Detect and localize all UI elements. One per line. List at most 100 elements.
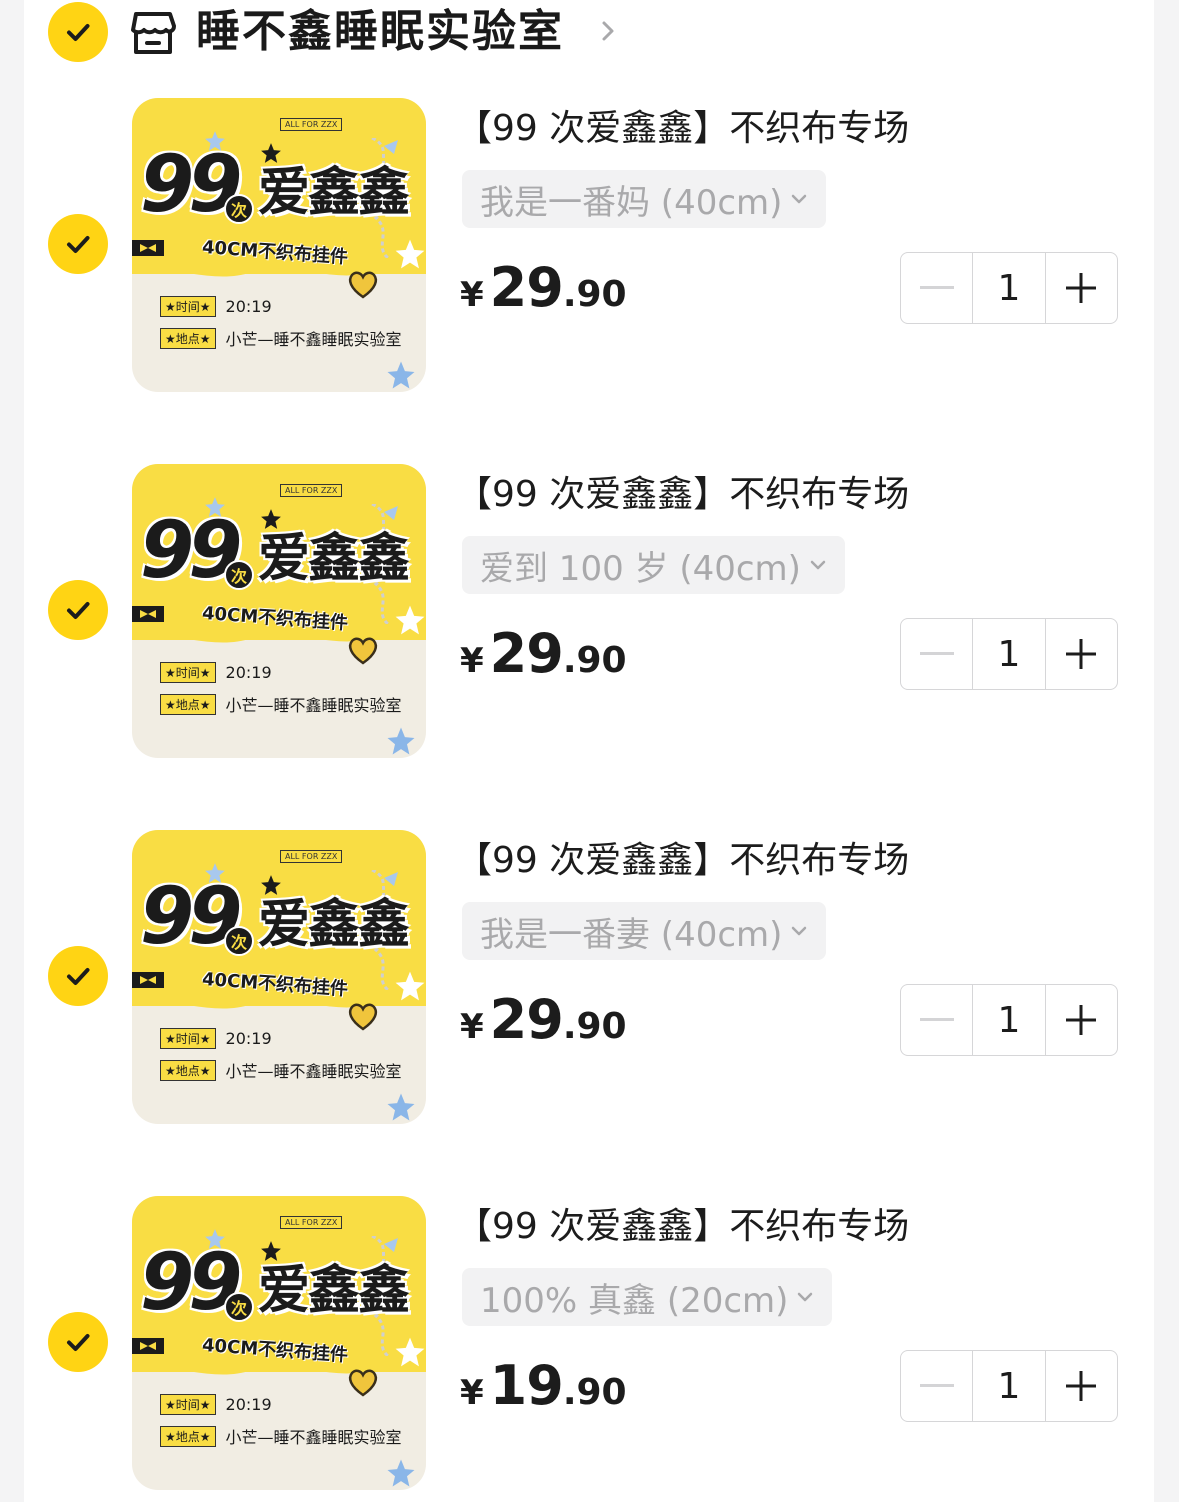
thumb-place-label: ★地点★: [160, 1425, 216, 1447]
plus-icon: [1066, 1005, 1097, 1035]
star-icon: [205, 497, 225, 517]
price: ¥29.90: [460, 256, 627, 319]
thumb-ci: 次: [224, 560, 254, 590]
thumb-place-row: ★地点★ 小芒—睡不鑫睡眠实验室: [160, 1424, 402, 1448]
thumb-place-value: 小芒—睡不鑫睡眠实验室: [225, 696, 402, 715]
variant-selector[interactable]: 100% 真鑫 (20cm): [462, 1268, 833, 1326]
thumb-time-row: ★时间★ 20:19: [160, 1028, 272, 1049]
variant-selector[interactable]: 我是一番妈 (40cm): [462, 170, 827, 228]
decrement-button[interactable]: [901, 619, 972, 689]
product-title[interactable]: 【99 次爱鑫鑫】不织布专场: [456, 836, 909, 886]
decrement-button[interactable]: [901, 1351, 972, 1421]
heart-decoration: [348, 637, 378, 665]
increment-button[interactable]: [1046, 253, 1117, 323]
quantity-value[interactable]: 1: [972, 253, 1046, 323]
variant-selector[interactable]: 我是一番妻 (40cm): [462, 902, 827, 960]
variant-selector[interactable]: 爱到 100 岁 (40cm): [462, 536, 845, 594]
thumb-place-label: ★地点★: [160, 327, 216, 349]
thumb-time-row: ★时间★ 20:19: [160, 662, 272, 683]
item-select-checkbox[interactable]: [48, 214, 108, 274]
variant-label: 爱到 100 岁 (40cm): [480, 548, 801, 589]
shop-name[interactable]: 睡不鑫睡眠实验室: [196, 2, 564, 62]
increment-button[interactable]: [1046, 619, 1117, 689]
price-decimal: .90: [562, 640, 627, 681]
price-decimal: .90: [562, 1006, 627, 1047]
minus-icon: [919, 1384, 954, 1387]
thumb-time-label: ★时间★: [160, 662, 216, 683]
decrement-button[interactable]: [901, 253, 972, 323]
thumb-tag: ALL FOR ZZX: [280, 1216, 343, 1229]
product-title[interactable]: 【99 次爱鑫鑫】不织布专场: [456, 104, 909, 154]
star-icon: [387, 361, 415, 389]
price: ¥29.90: [460, 988, 627, 1051]
price-integer: 29: [489, 988, 564, 1051]
thumb-time-value: 20:19: [225, 1395, 272, 1414]
thumb-time-label: ★时间★: [160, 296, 216, 317]
thumb-time-row: ★时间★ 20:19: [160, 296, 272, 317]
thumb-tag: ALL FOR ZZX: [280, 850, 343, 863]
product-thumbnail[interactable]: ALL FOR ZZX 99 次 爱鑫鑫 40CM不织布挂件 ★时间★ 20:1…: [132, 98, 426, 392]
thumb-time-row: ★时间★ 20:19: [160, 1394, 272, 1415]
variant-label: 我是一番妈 (40cm): [480, 182, 783, 223]
thumb-tag: ALL FOR ZZX: [280, 118, 343, 131]
thumb-time-value: 20:19: [225, 663, 272, 682]
thumb-place-row: ★地点★ 小芒—睡不鑫睡眠实验室: [160, 326, 402, 350]
item-select-checkbox[interactable]: [48, 580, 108, 640]
quantity-stepper: 1: [900, 618, 1118, 690]
star-icon: [387, 1459, 415, 1487]
quantity-value[interactable]: 1: [972, 985, 1046, 1055]
thumb-place-value: 小芒—睡不鑫睡眠实验室: [225, 1428, 402, 1447]
cart-item: ALL FOR ZZX 99 次 爱鑫鑫 40CM不织布挂件 ★时间★ 20:1…: [24, 1196, 1154, 1502]
quantity-value[interactable]: 1: [972, 619, 1046, 689]
product-thumbnail[interactable]: ALL FOR ZZX 99 次 爱鑫鑫 40CM不织布挂件 ★时间★ 20:1…: [132, 830, 426, 1124]
chevron-down-icon: [798, 1292, 813, 1302]
thumb-tag: ALL FOR ZZX: [280, 484, 343, 497]
product-title[interactable]: 【99 次爱鑫鑫】不织布专场: [456, 470, 909, 520]
checkmark-icon: [67, 968, 90, 985]
price-decimal: .90: [562, 274, 627, 315]
shop-icon: [131, 12, 176, 54]
price-currency: ¥: [460, 1373, 484, 1413]
thumb-ci: 次: [224, 1292, 254, 1322]
bow-decoration: [132, 1338, 164, 1354]
increment-button[interactable]: [1046, 1351, 1117, 1421]
thumb-place-row: ★地点★ 小芒—睡不鑫睡眠实验室: [160, 692, 402, 716]
variant-label: 100% 真鑫 (20cm): [480, 1280, 789, 1321]
star-icon: [395, 1337, 425, 1367]
checkmark-icon: [67, 1334, 90, 1351]
cart-item: ALL FOR ZZX 99 次 爱鑫鑫 40CM不织布挂件 ★时间★ 20:1…: [24, 98, 1154, 464]
item-select-checkbox[interactable]: [48, 1312, 108, 1372]
star-icon: [395, 239, 425, 269]
minus-icon: [919, 1018, 954, 1021]
thumb-time-label: ★时间★: [160, 1394, 216, 1415]
price-currency: ¥: [460, 1007, 484, 1047]
star-icon: [205, 1229, 225, 1249]
minus-icon: [919, 652, 954, 655]
quantity-value[interactable]: 1: [972, 1351, 1046, 1421]
item-select-checkbox[interactable]: [48, 946, 108, 1006]
checkmark-icon: [67, 24, 90, 41]
cart-item: ALL FOR ZZX 99 次 爱鑫鑫 40CM不织布挂件 ★时间★ 20:1…: [24, 830, 1154, 1196]
thumb-time-label: ★时间★: [160, 1028, 216, 1049]
decrement-button[interactable]: [901, 985, 972, 1055]
plus-icon: [1066, 1371, 1097, 1401]
thumb-place-value: 小芒—睡不鑫睡眠实验室: [225, 330, 402, 349]
chevron-down-icon: [810, 560, 826, 570]
product-title[interactable]: 【99 次爱鑫鑫】不织布专场: [456, 1202, 909, 1252]
product-thumbnail[interactable]: ALL FOR ZZX 99 次 爱鑫鑫 40CM不织布挂件 ★时间★ 20:1…: [132, 1196, 426, 1490]
price: ¥19.90: [460, 1354, 627, 1417]
minus-icon: [919, 286, 954, 289]
heart-decoration: [348, 1003, 378, 1031]
chevron-right-icon[interactable]: [598, 18, 618, 44]
price-decimal: .90: [562, 1372, 627, 1413]
price-currency: ¥: [460, 641, 484, 681]
cart-item: ALL FOR ZZX 99 次 爱鑫鑫 40CM不织布挂件 ★时间★ 20:1…: [24, 464, 1154, 830]
thumb-big-number: 99: [140, 140, 243, 230]
shop-header[interactable]: 睡不鑫睡眠实验室: [24, 0, 1154, 64]
quantity-stepper: 1: [900, 252, 1118, 324]
chevron-down-icon: [792, 926, 807, 936]
increment-button[interactable]: [1046, 985, 1117, 1055]
shop-select-checkbox[interactable]: [48, 2, 108, 62]
product-thumbnail[interactable]: ALL FOR ZZX 99 次 爱鑫鑫 40CM不织布挂件 ★时间★ 20:1…: [132, 464, 426, 758]
bow-decoration: [132, 972, 164, 988]
